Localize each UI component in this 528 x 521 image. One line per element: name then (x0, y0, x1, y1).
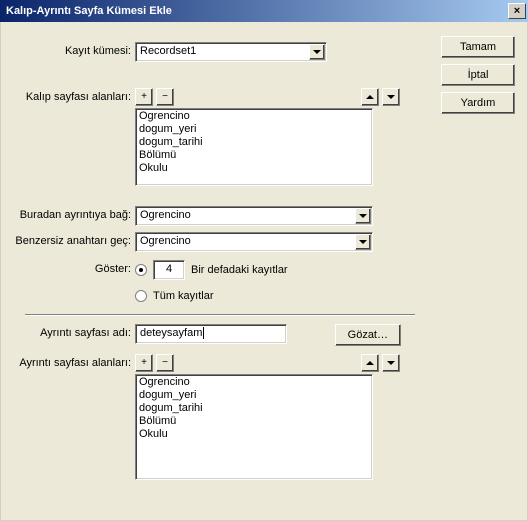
list-item[interactable]: Bölümü (139, 149, 369, 162)
per-page-suffix-label: Bir defadaki kayıtlar (191, 264, 288, 276)
browse-button[interactable]: Gözat… (335, 324, 401, 346)
master-move-down-button[interactable] (382, 88, 400, 106)
triangle-up-icon (366, 95, 374, 99)
title-bar: Kalıp-Ayrıntı Sayfa Kümesi Ekle × (0, 0, 528, 22)
ok-button[interactable]: Tamam (441, 36, 515, 58)
per-page-radio[interactable] (135, 264, 147, 276)
detail-add-button[interactable]: + (135, 354, 153, 372)
detail-remove-button[interactable]: − (156, 354, 174, 372)
show-label: Göster: (1, 263, 131, 275)
dropdown-arrow-icon[interactable] (355, 208, 371, 224)
list-item[interactable]: Bölümü (139, 415, 369, 428)
triangle-down-icon (387, 361, 395, 365)
detail-move-up-button[interactable] (361, 354, 379, 372)
cancel-button[interactable]: İptal (441, 64, 515, 86)
dialog-buttons: Tamam İptal Yardım (441, 36, 515, 120)
detail-move-down-button[interactable] (382, 354, 400, 372)
master-fields-list[interactable]: Ogrencinodogum_yeridogum_tarihiBölümüOku… (135, 108, 373, 186)
all-records-radio[interactable] (135, 290, 147, 302)
list-item[interactable]: Ogrencino (139, 110, 369, 123)
master-remove-button[interactable]: − (156, 88, 174, 106)
minus-icon: − (162, 92, 168, 102)
dropdown-arrow-icon[interactable] (309, 44, 325, 60)
detail-fields-list[interactable]: Ogrencinodogum_yeridogum_tarihiBölümüOku… (135, 374, 373, 480)
plus-icon: + (141, 358, 147, 368)
list-item[interactable]: Okulu (139, 428, 369, 441)
recordset-select[interactable]: Recordset1 (135, 42, 327, 62)
list-item[interactable]: dogum_tarihi (139, 136, 369, 149)
list-item[interactable]: Ogrencino (139, 376, 369, 389)
link-from-label: Buradan ayrıntıya bağ: (1, 209, 131, 221)
close-button[interactable]: × (508, 3, 526, 19)
list-item[interactable]: dogum_yeri (139, 123, 369, 136)
detail-page-label: Ayrıntı sayfası adı: (1, 327, 131, 339)
list-item[interactable]: dogum_tarihi (139, 402, 369, 415)
list-item[interactable]: dogum_yeri (139, 389, 369, 402)
help-button[interactable]: Yardım (441, 92, 515, 114)
separator (25, 314, 415, 316)
link-from-select[interactable]: Ogrencino (135, 206, 373, 226)
master-add-button[interactable]: + (135, 88, 153, 106)
master-move-up-button[interactable] (361, 88, 379, 106)
detail-page-input[interactable]: deteysayfam (135, 324, 287, 344)
triangle-down-icon (387, 95, 395, 99)
client-area: Tamam İptal Yardım Kayıt kümesi: Records… (0, 22, 528, 521)
window-title: Kalıp-Ayrıntı Sayfa Kümesi Ekle (6, 5, 172, 17)
dropdown-arrow-icon[interactable] (355, 234, 371, 250)
list-item[interactable]: Okulu (139, 162, 369, 175)
all-records-label: Tüm kayıtlar (153, 290, 214, 302)
unique-key-value: Ogrencino (136, 233, 355, 251)
per-page-input[interactable]: 4 (153, 260, 185, 280)
master-fields-label: Kalıp sayfası alanları: (1, 91, 131, 103)
link-from-value: Ogrencino (136, 207, 355, 225)
minus-icon: − (162, 358, 168, 368)
detail-fields-label: Ayrıntı sayfası alanları: (1, 357, 131, 369)
unique-key-label: Benzersiz anahtarı geç: (1, 235, 131, 247)
plus-icon: + (141, 92, 147, 102)
triangle-up-icon (366, 361, 374, 365)
detail-page-value: deteysayfam (140, 327, 202, 339)
recordset-label: Kayıt kümesi: (1, 45, 131, 57)
recordset-value: Recordset1 (136, 43, 309, 61)
unique-key-select[interactable]: Ogrencino (135, 232, 373, 252)
